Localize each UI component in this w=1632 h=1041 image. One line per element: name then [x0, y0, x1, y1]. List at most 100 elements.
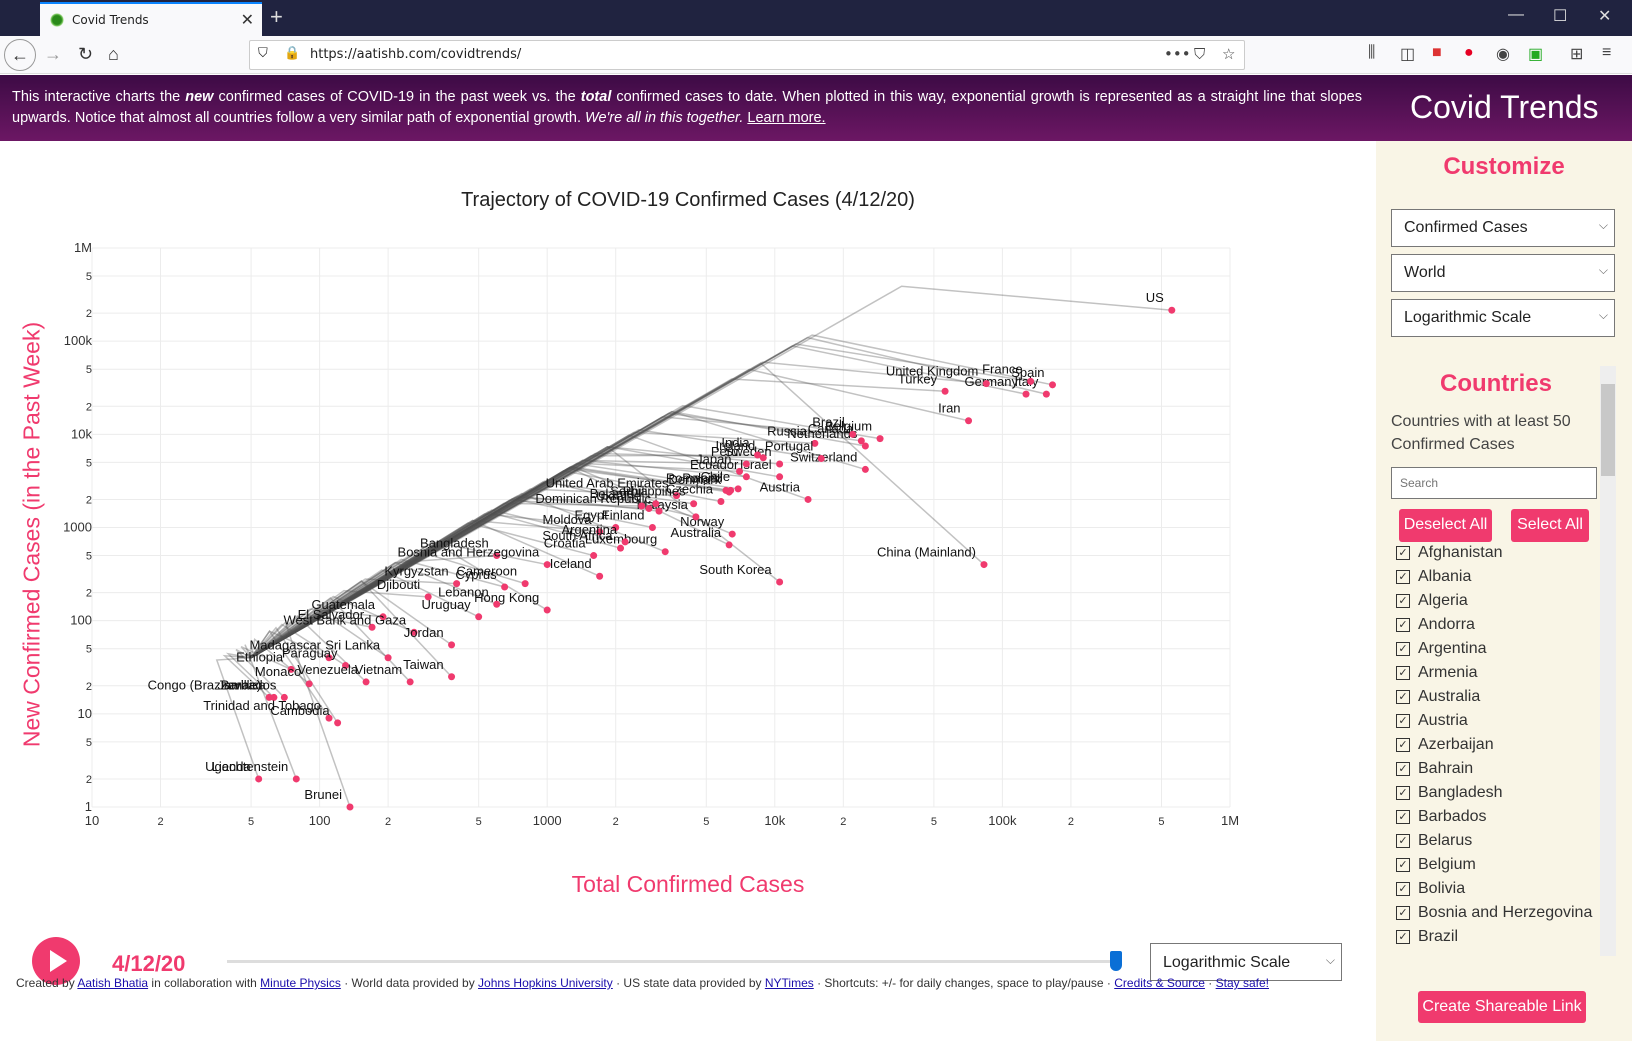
checkbox-checked-icon[interactable]: ✓: [1396, 666, 1410, 680]
scrollbar-thumb[interactable]: [1601, 384, 1615, 476]
intro-emphasis-total: total: [580, 89, 612, 105]
country-item[interactable]: ✓ Azerbaijan: [1396, 733, 1596, 757]
country-item[interactable]: ✓ Andorra: [1396, 613, 1596, 637]
checkbox-checked-icon[interactable]: ✓: [1396, 906, 1410, 920]
country-item[interactable]: ✓ Albania: [1396, 565, 1596, 589]
checkbox-checked-icon[interactable]: ✓: [1396, 762, 1410, 776]
pocket-icon[interactable]: ⛉: [1194, 45, 1205, 63]
measure-select-value: Confirmed Cases: [1404, 219, 1528, 236]
account-icon[interactable]: ◉: [1496, 44, 1510, 64]
country-item[interactable]: ✓ Belgium: [1396, 853, 1596, 877]
checkbox-checked-icon[interactable]: ✓: [1396, 786, 1410, 800]
url-bar[interactable]: ⛉ 🔒 https://aatishb.com/covidtrends/ •••…: [249, 40, 1245, 70]
country-item[interactable]: ✓ Bahrain: [1396, 757, 1596, 781]
lock-icon[interactable]: 🔒: [284, 46, 300, 61]
close-tab-icon[interactable]: ✕: [241, 10, 254, 29]
country-item[interactable]: ✓ Afghanistan: [1396, 541, 1596, 565]
country-label: Uganda: [205, 759, 251, 774]
country-item[interactable]: ✓ Armenia: [1396, 661, 1596, 685]
checkbox-checked-icon[interactable]: ✓: [1396, 882, 1410, 896]
country-item[interactable]: ✓ Barbados: [1396, 805, 1596, 829]
browser-tab[interactable]: Covid Trends ✕: [40, 2, 262, 36]
scale-select[interactable]: Logarithmic Scale ⌵: [1391, 299, 1615, 337]
nytimes-link[interactable]: NYTimes: [765, 976, 814, 990]
select-all-button[interactable]: Select All: [1511, 509, 1589, 542]
country-item[interactable]: ✓ Brazil: [1396, 925, 1596, 949]
stay-safe-link[interactable]: Stay safe!: [1216, 976, 1269, 990]
learn-more-link[interactable]: Learn more.: [747, 110, 825, 126]
checkbox-checked-icon[interactable]: ✓: [1396, 810, 1410, 824]
library-icon[interactable]: ⫼: [1368, 44, 1375, 62]
checkbox-checked-icon[interactable]: ✓: [1396, 546, 1410, 560]
checkbox-checked-icon[interactable]: ✓: [1396, 690, 1410, 704]
checkbox-checked-icon[interactable]: ✓: [1396, 834, 1410, 848]
data-point: [305, 680, 313, 688]
maximize-icon[interactable]: ☐: [1553, 6, 1567, 26]
x-tick-label: 1M: [1221, 813, 1239, 828]
pinterest-icon[interactable]: ●: [1464, 44, 1474, 62]
x-tick-label: 5: [476, 816, 482, 828]
author-link[interactable]: Aatish Bhatia: [77, 976, 148, 990]
extension-icon[interactable]: ▣: [1528, 44, 1543, 64]
new-tab-icon[interactable]: +: [270, 4, 283, 30]
trajectory-plot[interactable]: 10 2 5 100 2 5 1000 2 5 10k 2 5 100k 2 5 1M 1 2 5 10 2 5 100 2 5…: [0, 141, 1376, 861]
country-item[interactable]: ✓ Argentina: [1396, 637, 1596, 661]
country-item[interactable]: ✓ Australia: [1396, 685, 1596, 709]
sidebar-icon[interactable]: ◫: [1400, 44, 1415, 64]
data-point: [448, 641, 456, 649]
date-slider[interactable]: [227, 960, 1117, 963]
y-tick-label: 5: [86, 271, 92, 283]
checkbox-checked-icon[interactable]: ✓: [1396, 858, 1410, 872]
country-list: ✓ Afghanistan ✓ Albania ✓ Algeria ✓ Andorra ✓ Arg…: [1396, 541, 1596, 949]
back-icon[interactable]: ←: [4, 39, 36, 71]
credits-link[interactable]: Credits & Source: [1114, 976, 1205, 990]
country-item[interactable]: ✓ Austria: [1396, 709, 1596, 733]
country-item[interactable]: ✓ Bangladesh: [1396, 781, 1596, 805]
shield-icon[interactable]: ⛉: [258, 46, 268, 61]
country-search-input[interactable]: [1391, 467, 1597, 499]
checkbox-checked-icon[interactable]: ✓: [1396, 594, 1410, 608]
country-item[interactable]: ✓ Belarus: [1396, 829, 1596, 853]
checkbox-checked-icon[interactable]: ✓: [1396, 618, 1410, 632]
gift-icon[interactable]: ⊞: [1570, 44, 1583, 64]
country-list-scrollbar[interactable]: [1600, 366, 1616, 956]
country-item[interactable]: ✓ Bolivia: [1396, 877, 1596, 901]
country-label: Turkey: [898, 371, 938, 386]
data-point: [334, 719, 342, 727]
jhu-link[interactable]: Johns Hopkins University: [478, 976, 613, 990]
reload-icon[interactable]: ↻: [78, 44, 93, 65]
virus-favicon-icon: [50, 13, 64, 27]
menu-icon[interactable]: ≡: [1602, 44, 1611, 62]
region-select[interactable]: World ⌵: [1391, 254, 1615, 292]
x-tick-label: 5: [703, 816, 709, 828]
extension-lastpass-icon[interactable]: ■: [1432, 44, 1442, 62]
forward-icon[interactable]: →: [44, 44, 62, 65]
data-point: [692, 513, 700, 521]
deselect-all-button[interactable]: Deselect All: [1399, 509, 1492, 542]
date-slider-handle[interactable]: [1110, 951, 1122, 971]
checkbox-checked-icon[interactable]: ✓: [1396, 570, 1410, 584]
chevron-down-icon: ⌵: [1598, 263, 1608, 277]
create-shareable-link-button[interactable]: Create Shareable Link: [1418, 991, 1586, 1023]
bookmark-star-icon[interactable]: ☆: [1222, 45, 1235, 63]
minute-physics-link[interactable]: Minute Physics: [260, 976, 341, 990]
home-icon[interactable]: ⌂: [108, 44, 119, 65]
checkbox-checked-icon[interactable]: ✓: [1396, 714, 1410, 728]
minimize-icon[interactable]: —: [1508, 6, 1524, 24]
more-icon[interactable]: •••: [1164, 45, 1191, 63]
close-window-icon[interactable]: ✕: [1598, 6, 1611, 26]
data-point: [292, 775, 300, 783]
footer-text: Created by: [16, 976, 78, 990]
intro-text: This interactive charts the new confirme…: [12, 87, 1362, 129]
data-point: [655, 507, 663, 515]
checkbox-checked-icon[interactable]: ✓: [1396, 738, 1410, 752]
country-item[interactable]: ✓ Bosnia and Herzegovina: [1396, 901, 1596, 925]
y-tick-label: 1M: [74, 240, 92, 255]
url-text: https://aatishb.com/covidtrends/: [310, 47, 522, 62]
country-item[interactable]: ✓ Algeria: [1396, 589, 1596, 613]
data-point: [965, 417, 973, 425]
measure-select[interactable]: Confirmed Cases ⌵: [1391, 209, 1615, 247]
checkbox-checked-icon[interactable]: ✓: [1396, 642, 1410, 656]
country-label: Brunei: [304, 787, 342, 802]
checkbox-checked-icon[interactable]: ✓: [1396, 930, 1410, 944]
